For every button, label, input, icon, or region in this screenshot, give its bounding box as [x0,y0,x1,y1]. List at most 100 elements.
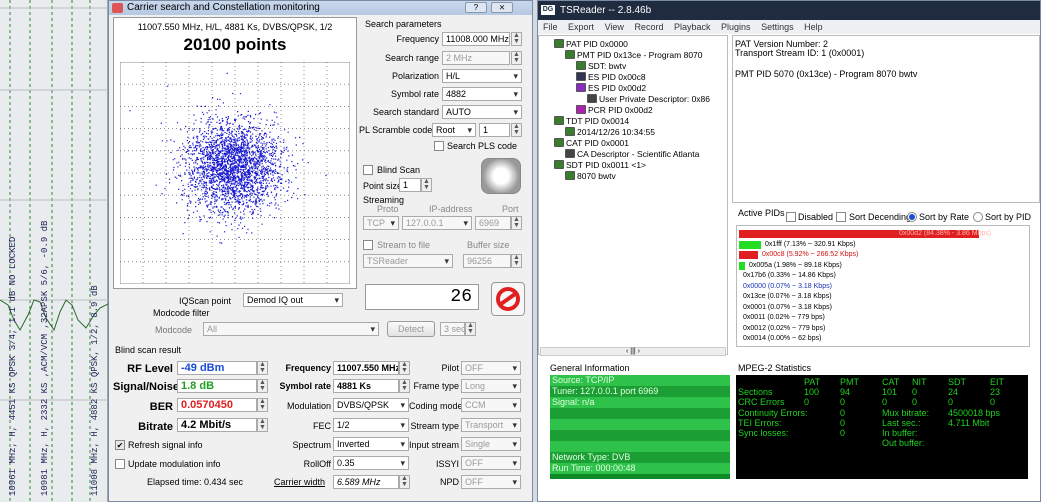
npd-select[interactable]: OFF [461,475,521,489]
pid-row[interactable]: 0x0012 (0.02% ~ 779 bps) [739,324,979,334]
bitrate-spinner[interactable]: ▲ ▼ [257,418,268,432]
pid-row-label: 0x1fff (7.13% ~ 320.91 Kbps) [765,240,856,248]
pid-row[interactable]: 0x0014 (0.00% ~ 62 bps) [739,334,979,344]
pid-row-label: 0x13ce (0.07% ~ 3.18 Kbps) [743,293,832,300]
pid-row-label: 0x0000 (0.07% ~ 3.18 Kbps) [743,282,832,290]
app-icon [112,3,123,13]
pid-row[interactable]: 0x005a (1.98% ~ 89.18 Kbps) [739,261,979,271]
help-button[interactable]: ? [465,2,487,13]
point-size-input[interactable]: 1 [399,178,421,192]
point-size-spinner[interactable]: ▲ ▼ [421,178,432,192]
disabled-checkbox[interactable] [786,212,796,222]
detect-button[interactable]: Detect [387,321,435,337]
menu-help[interactable]: Help [804,22,823,32]
tsreader-select[interactable]: TSReader [363,254,453,268]
menu-plugins[interactable]: Plugins [721,22,751,32]
search-pls-checkbox[interactable] [434,141,444,151]
port-spinner[interactable]: ▲ ▼ [511,216,522,230]
tree-node[interactable]: SDT PID 0x0011 <1> [554,160,646,171]
sort-pid-radio[interactable] [973,212,983,222]
refresh-signal-checkbox[interactable]: ✔ [115,440,125,450]
satellite-dish-icon[interactable] [481,158,521,194]
snr-spinner[interactable]: ▲ ▼ [257,379,268,393]
menu-file[interactable]: File [543,22,558,32]
pid-row[interactable]: 0x0011 (0.02% ~ 779 bps) [739,313,979,323]
tree-node-icon [554,39,564,48]
tree-node-label: SDT: bwtv [588,61,627,71]
tree-node[interactable]: TDT PID 0x0014 [554,116,629,127]
proto-select[interactable]: TCP [363,216,399,230]
fec-select[interactable]: 1/2 [333,418,409,432]
pl-scramble-number[interactable]: 1 [479,123,510,137]
carrier-width-label[interactable]: Carrier width [274,477,325,487]
coding-mode-select[interactable]: CCM [461,398,521,412]
search-standard-select[interactable]: AUTO [442,105,522,119]
frequency-input[interactable]: 11008.000 MHz [442,32,510,46]
menu-playback[interactable]: Playback [674,22,711,32]
sections-value: 101 [882,387,898,397]
stream-type-select[interactable]: Transport [461,418,521,432]
sort-rate-radio[interactable] [907,212,917,222]
pid-row[interactable]: 0x00c8 (5.92% ~ 266.52 Kbps) [739,250,979,260]
buffer-size-input[interactable]: 96256 [463,254,511,268]
tree-node[interactable]: CAT PID 0x0001 [554,138,629,149]
stop-button[interactable] [491,282,525,316]
tree-node[interactable]: PMT PID 0x13ce - Program 8070 [565,50,703,61]
tree-node[interactable]: 2014/12/26 10:34:55 [565,127,655,138]
frame-type-select[interactable]: Long [461,379,521,393]
tree-hscrollbar[interactable]: ‹ ||| › [540,347,726,356]
close-button[interactable]: ⨯ [491,2,513,13]
detect-sec-spinner[interactable]: ▲ ▼ [465,322,476,336]
rolloff-select[interactable]: 0.35 [333,456,409,470]
ber-spinner[interactable]: ▲ ▼ [257,398,268,412]
pilot-select[interactable]: OFF [461,361,521,375]
tree-node[interactable]: 8070 bwtv [565,171,616,182]
pid-row[interactable]: 0x1fff (7.13% ~ 320.91 Kbps) [739,240,979,250]
pl-scramble-select[interactable]: Root [432,123,476,137]
search-range-spinner[interactable]: ▲ ▼ [511,51,522,65]
pid-row[interactable]: 0x13ce (0.07% ~ 3.18 Kbps) [739,292,979,302]
pid-row[interactable]: 0x0000 (0.07% ~ 3.18 Kbps) [739,282,979,292]
sort-desc-checkbox[interactable] [836,212,846,222]
modcode-select[interactable]: All [203,322,379,336]
menu-export[interactable]: Export [568,22,594,32]
input-stream-select[interactable]: Single [461,437,521,451]
frequency-spinner[interactable]: ▲ ▼ [511,32,522,46]
menu-bar: File Export View Record Playback Plugins… [538,20,1040,34]
pid-row[interactable]: 0x00d2 (84.38% - 3.86 Mbps) [739,229,991,239]
tree-node[interactable]: PCR PID 0x00d2 [576,105,653,116]
menu-record[interactable]: Record [634,22,663,32]
blind-scan-checkbox[interactable] [363,165,373,175]
tree-node[interactable]: User Private Descriptor: 0x86 [587,94,710,105]
port-input[interactable]: 6969 [475,216,511,230]
issyi-select[interactable]: OFF [461,456,521,470]
tree-node[interactable]: CA Descriptor - Scientific Atlanta [565,149,699,160]
spectrum-select[interactable]: Inverted [333,437,409,451]
pid-row[interactable]: 0x17b6 (0.33% ~ 14.86 Kbps) [739,271,979,281]
tree-node[interactable]: PAT PID 0x0000 [554,39,628,50]
symbol-rate-input[interactable]: 4882 [442,87,522,101]
update-mod-checkbox[interactable] [115,459,125,469]
detect-sec-input[interactable]: 3 sec [440,322,465,336]
crc-value: 0 [912,397,918,407]
tsreader-titlebar[interactable]: DG TSReader -- 2.8.46b [538,1,1040,20]
spectrum-background: 10961 MHz, H, 4451 KS QPSK 3/4, 1.1 dB N… [0,0,108,502]
menu-settings[interactable]: Settings [761,22,794,32]
tree-node[interactable]: ES PID 0x00c8 [576,72,646,83]
rf-level-spinner[interactable]: ▲ ▼ [257,361,268,375]
iqscan-select[interactable]: Demod IQ out [243,293,343,307]
pl-scramble-spinner[interactable]: ▲ ▼ [511,123,522,137]
tree-node[interactable]: ES PID 0x00d2 [576,83,646,94]
modulation-select[interactable]: DVBS/QPSK [333,398,409,412]
menu-view[interactable]: View [605,22,624,32]
polarization-select[interactable]: H/L [442,69,522,83]
stream-file-checkbox[interactable] [363,240,373,250]
search-range-input[interactable]: 2 MHz [442,51,510,65]
window-titlebar[interactable]: Carrier search and Constellation monitor… [109,1,532,15]
tree-node[interactable]: SDT: bwtv [576,61,626,72]
pid-row[interactable]: 0x0001 (0.07% ~ 3.18 Kbps) [739,303,979,313]
sync-label: Sync losses: [738,428,789,438]
buffer-spinner[interactable]: ▲ ▼ [511,254,522,268]
ip-select[interactable]: 127.0.0.1 [402,216,472,230]
pid-row-label: 0x0014 (0.00% ~ 62 bps) [743,335,822,342]
